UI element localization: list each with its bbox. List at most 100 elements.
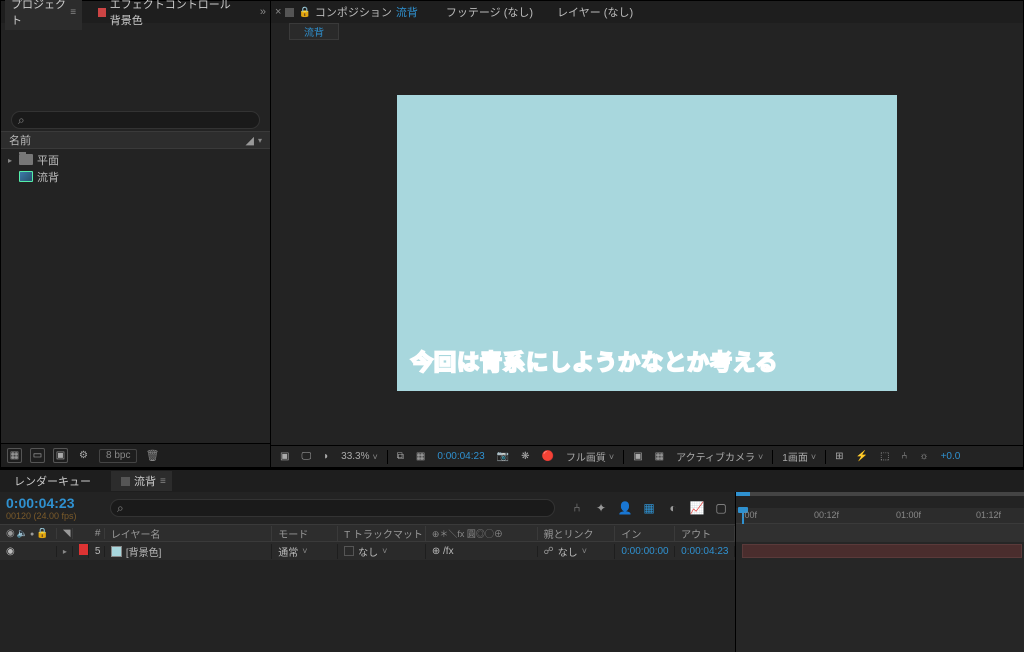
channel-button[interactable]: 🔴 xyxy=(538,451,556,462)
timeline-navigator-thumb[interactable] xyxy=(736,492,750,496)
col-parent[interactable]: 親とリンク xyxy=(538,526,616,541)
project-preview-area xyxy=(1,23,270,109)
timeline-navigator-track[interactable] xyxy=(736,492,1024,496)
layer-switches-cell[interactable]: ⊕ /fx xyxy=(426,546,538,557)
new-comp-button[interactable]: ▣ xyxy=(53,448,68,463)
shy-toggle-icon[interactable]: 👤 xyxy=(617,500,633,516)
layer-twisty-icon[interactable]: ▸ xyxy=(63,547,67,556)
flowchart-tab[interactable]: 流背 xyxy=(289,23,339,40)
pickwhip-icon[interactable] xyxy=(544,546,554,557)
parent-dropdown-icon[interactable] xyxy=(582,546,587,557)
layer-visibility-toggle[interactable] xyxy=(6,546,15,557)
current-time-display[interactable]: 0:00:04:23 xyxy=(434,451,487,462)
camera-dropdown[interactable]: アクティブカメラ xyxy=(673,449,766,464)
exposure-value[interactable]: +0.0 xyxy=(938,451,964,462)
mode-dropdown-icon[interactable] xyxy=(302,546,307,557)
sort-icon[interactable] xyxy=(258,134,262,147)
trackmatte-dropdown-icon[interactable] xyxy=(382,546,387,557)
settings-button[interactable]: ⚙ xyxy=(76,448,91,463)
timeline-button[interactable]: ⬚ xyxy=(877,451,892,462)
project-footer: ▦ ▭ ▣ ⚙ 8 bpc xyxy=(1,443,270,467)
lock-icon[interactable] xyxy=(298,6,310,18)
reset-exposure-button[interactable]: ☼ xyxy=(916,451,931,462)
layer-color-swatch[interactable] xyxy=(79,544,89,555)
col-layer-name[interactable]: レイヤー名 xyxy=(105,526,272,541)
flowchart-button[interactable]: ⑃ xyxy=(898,451,910,462)
project-search-input[interactable] xyxy=(29,114,253,126)
composition-canvas[interactable]: 今回は青系にしようかなとか考える xyxy=(397,95,897,391)
tab-timeline-comp-label: 流背 xyxy=(134,473,156,489)
panel-menu-icon[interactable] xyxy=(70,6,76,18)
snapshot-button[interactable]: 📷 xyxy=(494,451,512,462)
comp-mini-flowchart-icon[interactable]: ⑃ xyxy=(569,500,585,516)
layer-trackmatte[interactable]: なし xyxy=(358,544,378,559)
sep xyxy=(387,450,388,464)
marker-icon[interactable]: ▢ xyxy=(713,500,729,516)
project-column-header[interactable]: 名前 ◢ xyxy=(1,131,270,149)
show-snapshot-button[interactable]: ❋ xyxy=(518,451,532,462)
current-frame: 00120 (24.00 fps) xyxy=(6,511,104,521)
tree-row-folder[interactable]: 平面 xyxy=(1,151,270,168)
comp-swatch-icon xyxy=(285,8,294,17)
timeline-search-input[interactable] xyxy=(128,502,548,514)
viewer-area[interactable]: 今回は青系にしようかなとか考える xyxy=(271,41,1023,445)
col-name-label: 名前 xyxy=(9,132,31,148)
pixel-aspect-button[interactable]: ⊞ xyxy=(832,451,846,462)
frame-blend-icon[interactable]: ▦ xyxy=(641,500,657,516)
timecode-block[interactable]: 0:00:04:23 00120 (24.00 fps) xyxy=(0,493,110,523)
layer-out[interactable]: 0:00:04:23 xyxy=(675,546,735,557)
tabs-overflow-icon[interactable] xyxy=(260,6,266,18)
bpc-badge[interactable]: 8 bpc xyxy=(99,449,137,463)
timeline-track-area[interactable] xyxy=(736,542,1024,652)
quality-dropdown[interactable]: フル画質 xyxy=(563,449,617,464)
mask-button[interactable]: ◗ xyxy=(320,451,332,462)
roi-button[interactable]: ▣ xyxy=(630,451,645,462)
current-timecode[interactable]: 0:00:04:23 xyxy=(6,495,104,511)
views-dropdown[interactable]: 1画面 xyxy=(779,449,819,464)
project-search-box[interactable] xyxy=(11,111,260,129)
layer-row[interactable]: · · · ▸ 5 [背景色] 通常 xyxy=(0,542,735,560)
trash-button[interactable] xyxy=(145,449,159,462)
layer-bar[interactable] xyxy=(742,544,1022,558)
timeline-navigator[interactable]: :00f 00:12f 01:00f 01:12f xyxy=(736,492,1024,524)
timeline-search-row: ⑃ ✦ 👤 ▦ ◐ 📈 ▢ xyxy=(110,499,735,517)
col-trackmatte[interactable]: T トラックマット xyxy=(338,526,426,541)
tab-render-queue[interactable]: レンダーキュー xyxy=(8,471,97,491)
work-area-bar[interactable] xyxy=(736,524,1024,542)
twisty-icon[interactable] xyxy=(5,154,15,166)
always-preview-button[interactable]: ▣ xyxy=(277,451,292,462)
tab-composition[interactable]: コンポジション 流背 xyxy=(275,4,422,20)
interpret-footage-button[interactable]: ▦ xyxy=(7,448,22,463)
col-mode[interactable]: モード xyxy=(272,526,338,541)
tree-row-comp[interactable]: 流背 xyxy=(1,168,270,185)
layer-in[interactable]: 0:00:00:00 xyxy=(615,546,675,557)
layer-mode[interactable]: 通常 xyxy=(278,544,298,559)
monitor-button[interactable]: 🖵 xyxy=(298,451,314,462)
resolution-button[interactable]: ⧉ xyxy=(394,451,407,462)
eye-icon xyxy=(6,528,15,539)
graph-editor-icon[interactable]: 📈 xyxy=(689,500,705,516)
motion-blur-icon[interactable]: ◐ xyxy=(665,500,681,516)
col-label[interactable]: ◥ xyxy=(57,528,73,539)
toggle-alpha-button[interactable]: ▦ xyxy=(413,451,428,462)
grid-button[interactable]: ▦ xyxy=(652,451,667,462)
timeline-columns-header: 🔒 ◥ # レイヤー名 モード T トラックマット ⊕＊＼fx 圓◎◯⊕ 親とリ… xyxy=(0,524,735,542)
new-folder-button[interactable]: ▭ xyxy=(30,448,45,463)
layer-name[interactable]: [背景色] xyxy=(126,544,162,559)
panel-menu-icon[interactable] xyxy=(160,475,166,487)
timeline-search-box[interactable] xyxy=(110,499,555,517)
layer-parent[interactable]: なし xyxy=(558,544,578,559)
tab-layer[interactable]: レイヤー (なし) xyxy=(557,4,633,20)
col-index[interactable]: # xyxy=(89,528,105,539)
tab-footage[interactable]: フッテージ (なし) xyxy=(446,4,533,20)
col-switches[interactable]: ⊕＊＼fx 圓◎◯⊕ xyxy=(426,527,538,540)
draft3d-icon[interactable]: ✦ xyxy=(593,500,609,516)
col-out[interactable]: アウト xyxy=(675,526,735,541)
zoom-dropdown[interactable]: 33.3% xyxy=(338,451,381,462)
tab-timeline-comp[interactable]: 流背 xyxy=(111,471,172,491)
solid-color-icon xyxy=(111,546,122,557)
close-tab-icon[interactable] xyxy=(275,6,281,18)
fast-preview-button[interactable]: ⚡ xyxy=(852,451,870,462)
trackmatte-toggle[interactable] xyxy=(344,546,354,556)
col-in[interactable]: イン xyxy=(615,526,675,541)
